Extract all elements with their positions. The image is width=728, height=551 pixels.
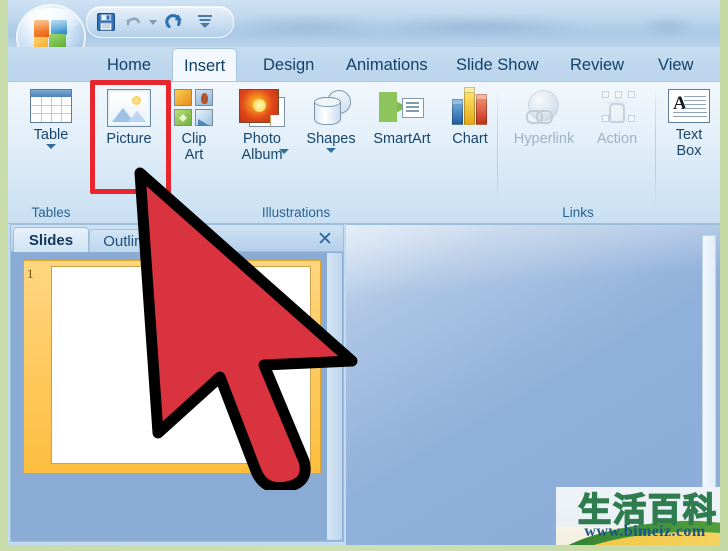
tab-slides[interactable]: Slides <box>13 227 89 253</box>
ribbon-group-links-label: Links <box>562 205 594 220</box>
ribbon-tab-strip: Home Insert Design Animations Slide Show… <box>8 47 720 83</box>
mouse-pointer-arrow <box>134 167 358 490</box>
group-separator <box>497 88 498 210</box>
page-background: Home Insert Design Animations Slide Show… <box>0 0 728 551</box>
shapes-dropdown-icon[interactable] <box>326 148 336 153</box>
hyperlink-button-label: Hyperlink <box>513 131 575 147</box>
site-watermark: 生活百科 www.bimeiz.com <box>556 487 720 545</box>
ribbon-group-tables-label: Tables <box>31 205 71 220</box>
smartart-button-label: SmartArt <box>373 131 431 147</box>
title-bar <box>8 0 720 68</box>
ribbon-group-links-items: Hyperlink Action <box>500 85 656 197</box>
powerpoint-window: Home Insert Design Animations Slide Show… <box>8 0 720 545</box>
photo-album-button-label: Photo Album <box>241 131 283 163</box>
undo-dropdown-icon[interactable] <box>149 20 157 25</box>
table-button-label: Table <box>33 127 69 143</box>
quick-access-toolbar <box>86 6 234 38</box>
photo-album-button[interactable]: Photo Album <box>228 85 296 163</box>
group-separator <box>91 88 92 210</box>
tab-home[interactable]: Home <box>96 49 162 82</box>
ribbon-group-tables-items: Table <box>10 85 92 197</box>
tab-insert[interactable]: Insert <box>172 48 238 83</box>
ribbon-group-text: A Text Box <box>658 82 720 222</box>
smartart-button[interactable]: SmartArt <box>364 85 440 147</box>
office-button-gloss <box>22 8 80 32</box>
clip-art-button[interactable]: Clip Art <box>164 85 224 163</box>
ribbon-group-links: Hyperlink Action Links <box>500 82 656 222</box>
clip-art-icon <box>174 89 214 127</box>
ribbon-group-tables: Table Tables <box>10 82 92 222</box>
tab-review[interactable]: Review <box>559 49 635 82</box>
watermark-url: www.bimeiz.com <box>584 523 706 540</box>
table-dropdown-icon[interactable] <box>46 144 56 149</box>
chart-button-label: Chart <box>452 131 488 147</box>
smartart-icon <box>379 89 425 127</box>
text-box-icon: A <box>668 89 710 123</box>
text-box-button[interactable]: A Text Box <box>662 85 716 159</box>
tab-slide-show[interactable]: Slide Show <box>445 49 550 82</box>
action-icon <box>595 89 639 127</box>
customize-qat-icon[interactable] <box>197 13 213 31</box>
redo-icon[interactable] <box>165 13 184 32</box>
picture-button[interactable]: Picture <box>96 85 162 147</box>
pane-sheen <box>346 225 720 304</box>
tab-view[interactable]: View <box>647 49 704 82</box>
text-box-button-label: Text Box <box>675 127 703 159</box>
table-button[interactable]: Table <box>20 85 82 149</box>
clip-art-button-label: Clip Art <box>181 131 207 163</box>
shapes-button-label: Shapes <box>306 131 356 147</box>
shapes-button[interactable]: Shapes <box>298 85 364 153</box>
ribbon-group-text-items: A Text Box <box>658 85 720 197</box>
action-button[interactable]: Action <box>584 85 650 147</box>
hyperlink-icon <box>522 89 566 127</box>
shapes-icon <box>309 89 353 127</box>
picture-button-label: Picture <box>106 131 152 147</box>
action-button-label: Action <box>596 131 638 147</box>
tab-design[interactable]: Design <box>252 49 325 82</box>
chart-button[interactable]: Chart <box>442 85 498 147</box>
slide-number: 1 <box>27 266 34 281</box>
chart-icon <box>450 87 490 127</box>
photo-album-icon <box>239 89 285 127</box>
table-icon <box>30 89 72 123</box>
picture-icon <box>107 89 151 127</box>
hyperlink-button[interactable]: Hyperlink <box>506 85 582 147</box>
group-separator <box>655 88 656 210</box>
save-icon[interactable] <box>97 13 115 31</box>
undo-icon[interactable] <box>125 13 142 30</box>
photo-album-dropdown-icon[interactable] <box>279 149 289 154</box>
tab-animations[interactable]: Animations <box>335 49 439 82</box>
